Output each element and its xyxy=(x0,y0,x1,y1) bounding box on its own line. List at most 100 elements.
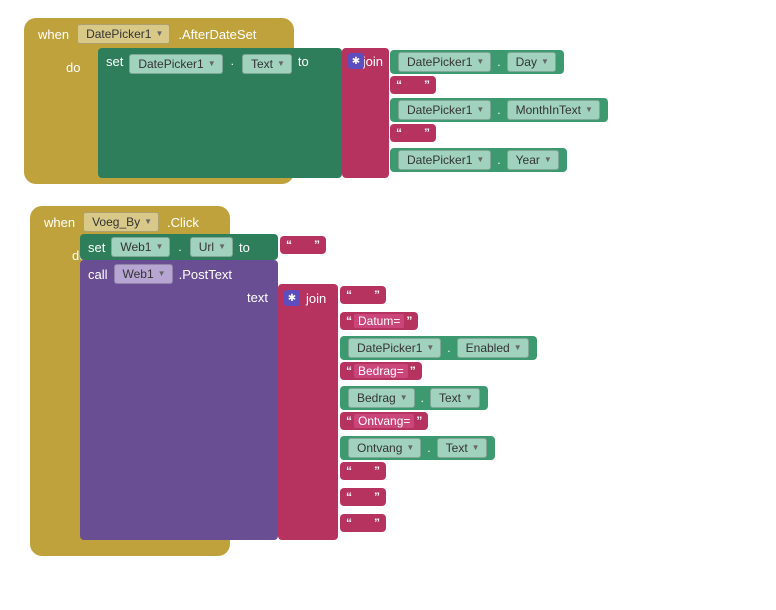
chevron-down-icon: ▼ xyxy=(544,152,552,168)
quote-icon: “ xyxy=(346,490,352,504)
getter-prop[interactable]: Enabled▼ xyxy=(457,338,529,358)
string-datum[interactable]: “Datum=” xyxy=(340,312,418,330)
getter-comp[interactable]: Ontvang▼ xyxy=(348,438,421,458)
set-target-label: DatePicker1 xyxy=(138,56,203,72)
dot: . xyxy=(229,54,236,68)
quote-icon: “ xyxy=(346,414,352,428)
set-prop-dropdown[interactable]: Url ▼ xyxy=(190,237,233,257)
when-header: when DatePicker1 ▼ .AfterDateSet xyxy=(24,18,294,48)
chevron-down-icon: ▼ xyxy=(400,390,408,406)
getter-prop[interactable]: Text▼ xyxy=(430,388,480,408)
call-target-dropdown[interactable]: Web1 ▼ xyxy=(114,264,173,284)
chevron-down-icon: ▼ xyxy=(585,102,593,118)
lbl: Bedrag xyxy=(357,390,396,406)
set-datepicker-text[interactable]: set DatePicker1 ▼ . Text ▼ to xyxy=(98,48,342,178)
join-label-row: ✱ join xyxy=(342,48,389,74)
lbl: DatePicker1 xyxy=(357,340,422,356)
quote-icon: “ xyxy=(396,126,402,140)
quote-icon: ” xyxy=(410,364,416,378)
string-url-empty[interactable]: “” xyxy=(280,236,326,254)
lbl: Text xyxy=(446,440,468,456)
set-keyword: set xyxy=(88,240,105,255)
string-ontvang[interactable]: “Ontvang=” xyxy=(340,412,428,430)
set-web1-url[interactable]: set Web1 ▼ . Url ▼ to xyxy=(80,234,278,260)
join-block-2[interactable]: ✱ join xyxy=(278,284,338,540)
string-field[interactable]: Ontvang= xyxy=(354,414,414,428)
getter-ontvang-text[interactable]: Ontvang▼ . Text▼ xyxy=(340,436,495,460)
set-prop-dropdown[interactable]: Text ▼ xyxy=(242,54,292,74)
set-target-label: Web1 xyxy=(120,239,151,255)
lbl: Year xyxy=(516,152,540,168)
to-keyword: to xyxy=(298,54,309,69)
dot: . xyxy=(425,441,432,455)
join-header: ✱ join xyxy=(284,290,326,306)
getter-comp[interactable]: DatePicker1▼ xyxy=(398,52,491,72)
set-target-dropdown[interactable]: DatePicker1 ▼ xyxy=(129,54,222,74)
getter-bedrag-text[interactable]: Bedrag▼ . Text▼ xyxy=(340,386,488,410)
quote-icon: “ xyxy=(346,516,352,530)
when-header: when Voeg_By ▼ .Click xyxy=(30,206,230,236)
chevron-down-icon: ▼ xyxy=(155,26,163,42)
quote-icon: “ xyxy=(286,238,292,252)
quote-icon: “ xyxy=(346,364,352,378)
getter-comp[interactable]: DatePicker1▼ xyxy=(398,100,491,120)
when-component-label: DatePicker1 xyxy=(86,26,151,42)
string-r0[interactable]: “” xyxy=(340,286,386,304)
getter-prop[interactable]: Text▼ xyxy=(437,438,487,458)
string-r7[interactable]: “” xyxy=(340,462,386,480)
getter-prop[interactable]: Year▼ xyxy=(507,150,559,170)
to-keyword: to xyxy=(239,240,250,255)
when-component-dropdown[interactable]: DatePicker1 ▼ xyxy=(77,24,170,44)
chevron-down-icon: ▼ xyxy=(476,54,484,70)
when-keyword: when xyxy=(44,215,75,230)
getter-comp[interactable]: DatePicker1▼ xyxy=(348,338,441,358)
quote-icon: “ xyxy=(346,314,352,328)
string-empty-2[interactable]: “” xyxy=(390,124,436,142)
getter-datepicker-day[interactable]: DatePicker1▼ . Day▼ xyxy=(390,50,564,74)
join-keyword: join xyxy=(306,291,326,306)
dot: . xyxy=(495,153,502,167)
gear-icon[interactable]: ✱ xyxy=(284,290,300,306)
string-bedrag[interactable]: “Bedrag=” xyxy=(340,362,422,380)
lbl: Day xyxy=(516,54,537,70)
call-web1-posttext[interactable]: call Web1 ▼ .PostText text xyxy=(80,260,278,540)
getter-comp[interactable]: Bedrag▼ xyxy=(348,388,415,408)
getter-datepicker-year[interactable]: DatePicker1▼ . Year▼ xyxy=(390,148,567,172)
dot: . xyxy=(445,341,452,355)
string-r9[interactable]: “” xyxy=(340,514,386,532)
do-label: do xyxy=(66,60,80,75)
string-empty-1[interactable]: “” xyxy=(390,76,436,94)
string-r8[interactable]: “” xyxy=(340,488,386,506)
string-field[interactable]: Datum= xyxy=(354,314,404,328)
quote-icon: ” xyxy=(314,238,320,252)
gear-icon[interactable]: ✱ xyxy=(348,53,364,69)
getter-prop[interactable]: MonthInText▼ xyxy=(507,100,600,120)
chevron-down-icon: ▼ xyxy=(208,56,216,72)
when-component-dropdown[interactable]: Voeg_By ▼ xyxy=(83,212,159,232)
set-keyword: set xyxy=(106,54,123,69)
string-field[interactable]: Bedrag= xyxy=(354,364,408,378)
chevron-down-icon: ▼ xyxy=(277,56,285,72)
call-method: .PostText xyxy=(179,267,232,282)
chevron-down-icon: ▼ xyxy=(158,266,166,282)
lbl: MonthInText xyxy=(516,102,581,118)
lbl: DatePicker1 xyxy=(407,54,472,70)
quote-icon: “ xyxy=(346,288,352,302)
getter-prop[interactable]: Day▼ xyxy=(507,52,556,72)
call-header: call Web1 ▼ .PostText xyxy=(80,260,278,288)
getter-datepicker-monthintext[interactable]: DatePicker1▼ . MonthInText▼ xyxy=(390,98,608,122)
lbl: DatePicker1 xyxy=(407,102,472,118)
quote-icon: ” xyxy=(374,288,380,302)
quote-icon: ” xyxy=(416,414,422,428)
quote-icon: “ xyxy=(346,464,352,478)
chevron-down-icon: ▼ xyxy=(426,340,434,356)
quote-icon: ” xyxy=(374,464,380,478)
when-component-label: Voeg_By xyxy=(92,214,140,230)
chevron-down-icon: ▼ xyxy=(465,390,473,406)
getter-comp[interactable]: DatePicker1▼ xyxy=(398,150,491,170)
dot: . xyxy=(495,103,502,117)
getter-datepicker-enabled[interactable]: DatePicker1▼ . Enabled▼ xyxy=(340,336,537,360)
set-target-dropdown[interactable]: Web1 ▼ xyxy=(111,237,170,257)
chevron-down-icon: ▼ xyxy=(514,340,522,356)
chevron-down-icon: ▼ xyxy=(541,54,549,70)
